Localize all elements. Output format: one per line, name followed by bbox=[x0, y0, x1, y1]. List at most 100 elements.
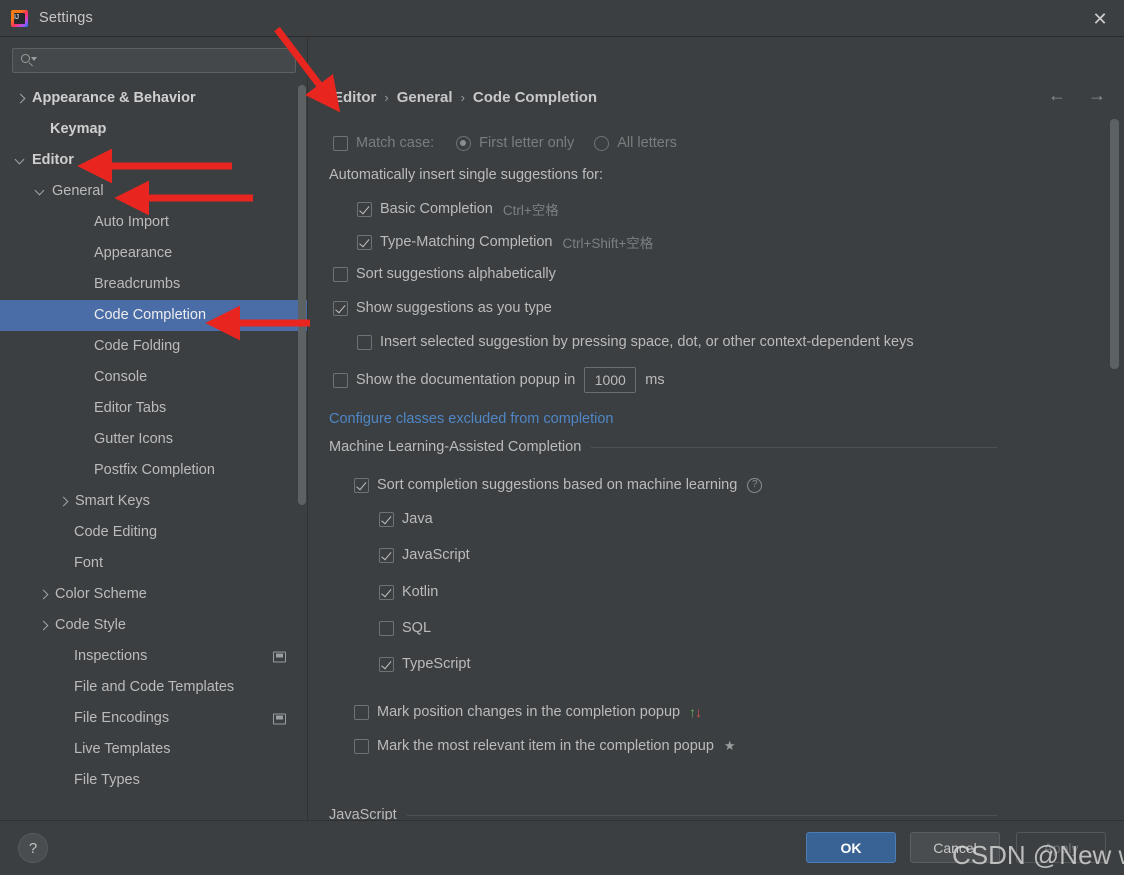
chevron-down-icon[interactable] bbox=[14, 154, 27, 167]
sidebar-item-label: Smart Keys bbox=[75, 493, 150, 510]
sidebar-item-label: Postfix Completion bbox=[94, 462, 215, 479]
type-matching-completion-shortcut: Ctrl+Shift+空格 bbox=[562, 236, 654, 251]
sidebar-item-console[interactable]: Console bbox=[0, 362, 307, 393]
chevron-down-icon[interactable] bbox=[34, 185, 47, 198]
sidebar-item-label: Console bbox=[94, 369, 148, 386]
ml-language-row: Kotlin bbox=[379, 584, 438, 600]
sidebar-item-label: Editor Tabs bbox=[94, 400, 167, 417]
all-letters-label: All letters bbox=[617, 135, 677, 151]
ml-language-checkbox-javascript[interactable] bbox=[379, 547, 394, 563]
sidebar-item-keymap[interactable]: Keymap bbox=[0, 114, 307, 145]
sidebar-item-label: Code Completion bbox=[94, 307, 207, 324]
intellij-idea-logo-icon: IJ bbox=[11, 9, 28, 27]
show-suggestions-as-you-type-checkbox[interactable] bbox=[333, 300, 348, 316]
settings-dialog: IJ Settings ✕ Appearance & Behavior Keyma… bbox=[0, 0, 1124, 875]
first-letter-only-radio[interactable] bbox=[456, 135, 472, 151]
ml-language-checkbox-typescript[interactable] bbox=[379, 656, 394, 672]
sidebar-item-font[interactable]: Font bbox=[0, 548, 307, 579]
sidebar-item-postfix-completion[interactable]: Postfix Completion bbox=[0, 455, 307, 486]
chevron-right-icon[interactable] bbox=[37, 588, 50, 601]
sidebar-item-smart-keys[interactable]: Smart Keys bbox=[0, 486, 307, 517]
sidebar-item-label: Appearance & Behavior bbox=[32, 90, 196, 107]
sort-by-ml-row: Sort completion suggestions based on mac… bbox=[354, 477, 763, 493]
sidebar-item-breadcrumbs[interactable]: Breadcrumbs bbox=[0, 269, 307, 300]
sidebar-item-color-scheme[interactable]: Color Scheme bbox=[0, 579, 307, 610]
documentation-popup-label: Show the documentation popup in bbox=[356, 372, 576, 388]
sidebar-item-editor-tabs[interactable]: Editor Tabs bbox=[0, 393, 307, 424]
ml-language-checkbox-kotlin[interactable] bbox=[379, 584, 394, 600]
settings-tree: Appearance & Behavior Keymap Editor General… bbox=[0, 83, 307, 820]
sidebar-scrollbar-thumb[interactable] bbox=[298, 85, 306, 505]
search-input[interactable] bbox=[36, 53, 295, 68]
title-bar: IJ Settings ✕ bbox=[0, 0, 1124, 37]
type-matching-completion-label: Type-Matching Completion bbox=[380, 234, 553, 250]
insert-selected-suggestion-row: Insert selected suggestion by pressing s… bbox=[357, 334, 914, 350]
documentation-popup-delay-input[interactable] bbox=[584, 367, 637, 393]
close-icon[interactable]: ✕ bbox=[1076, 0, 1124, 37]
ok-button[interactable]: OK bbox=[806, 832, 896, 863]
settings-sidebar: Appearance & Behavior Keymap Editor General… bbox=[0, 37, 308, 820]
chevron-right-icon[interactable] bbox=[14, 92, 27, 105]
forward-arrow-icon[interactable]: → bbox=[1084, 82, 1110, 108]
sidebar-item-label: Gutter Icons bbox=[94, 431, 173, 448]
sidebar-item-editor[interactable]: Editor bbox=[0, 145, 307, 176]
insert-selected-suggestion-checkbox[interactable] bbox=[357, 334, 372, 350]
star-icon: ★ bbox=[723, 738, 736, 753]
javascript-section-title-text: JavaScript bbox=[329, 807, 397, 820]
sidebar-item-code-editing[interactable]: Code Editing bbox=[0, 517, 307, 548]
sidebar-item-auto-import[interactable]: Auto Import bbox=[0, 207, 307, 238]
sidebar-item-file-types[interactable]: File Types bbox=[0, 765, 307, 796]
mark-position-changes-label: Mark position changes in the completion … bbox=[377, 704, 681, 720]
ml-language-checkbox-sql[interactable] bbox=[379, 620, 394, 636]
mark-position-changes-checkbox[interactable] bbox=[354, 704, 369, 720]
breadcrumb-separator-icon: › bbox=[384, 90, 389, 105]
sidebar-item-live-templates[interactable]: Live Templates bbox=[0, 734, 307, 765]
help-icon[interactable]: ? bbox=[747, 477, 763, 493]
breadcrumb-item-general[interactable]: General bbox=[397, 89, 453, 106]
first-letter-only-label: First letter only bbox=[479, 135, 575, 151]
mark-most-relevant-row: Mark the most relevant item in the compl… bbox=[354, 738, 736, 754]
documentation-popup-row: Show the documentation popup in ms bbox=[333, 367, 665, 393]
sidebar-item-inspections[interactable]: Inspections bbox=[0, 641, 307, 672]
dialog-content: Appearance & Behavior Keymap Editor General… bbox=[0, 37, 1124, 820]
sidebar-item-file-and-code-templates[interactable]: File and Code Templates bbox=[0, 672, 307, 703]
sidebar-item-label: Color Scheme bbox=[55, 586, 147, 603]
sidebar-item-code-style[interactable]: Code Style bbox=[0, 610, 307, 641]
ml-language-checkbox-java[interactable] bbox=[379, 511, 394, 527]
match-case-checkbox[interactable] bbox=[333, 135, 348, 151]
chevron-right-icon[interactable] bbox=[57, 495, 70, 508]
sidebar-item-label: Code Style bbox=[55, 617, 126, 634]
search-box[interactable] bbox=[12, 48, 296, 73]
javascript-section-title: JavaScript bbox=[329, 807, 997, 820]
sidebar-item-label: File Encodings bbox=[74, 710, 170, 727]
sidebar-item-code-folding[interactable]: Code Folding bbox=[0, 331, 307, 362]
basic-completion-checkbox[interactable] bbox=[357, 201, 372, 217]
ml-section-title-text: Machine Learning-Assisted Completion bbox=[329, 439, 582, 455]
sort-by-ml-checkbox[interactable] bbox=[354, 477, 369, 493]
window-title: Settings bbox=[39, 10, 93, 26]
help-button[interactable]: ? bbox=[18, 833, 48, 863]
documentation-popup-checkbox[interactable] bbox=[333, 372, 348, 388]
sidebar-item-label: Live Templates bbox=[74, 741, 171, 758]
all-letters-radio[interactable] bbox=[594, 135, 610, 151]
sidebar-item-gutter-icons[interactable]: Gutter Icons bbox=[0, 424, 307, 455]
mark-most-relevant-label: Mark the most relevant item in the compl… bbox=[377, 738, 714, 754]
project-scope-icon bbox=[273, 713, 286, 724]
mark-most-relevant-checkbox[interactable] bbox=[354, 738, 369, 754]
back-arrow-icon[interactable]: ← bbox=[1044, 82, 1070, 108]
type-matching-completion-checkbox[interactable] bbox=[357, 234, 372, 250]
sort-by-ml-label: Sort completion suggestions based on mac… bbox=[377, 477, 738, 493]
sort-alphabetically-checkbox[interactable] bbox=[333, 266, 348, 282]
breadcrumb-item-editor[interactable]: Editor bbox=[333, 89, 376, 106]
configure-excluded-classes-link[interactable]: Configure classes excluded from completi… bbox=[329, 411, 614, 427]
sidebar-item-label: Editor bbox=[32, 152, 74, 169]
search-icon bbox=[20, 53, 37, 69]
sidebar-item-file-encodings[interactable]: File Encodings bbox=[0, 703, 307, 734]
sidebar-item-appearance[interactable]: Appearance bbox=[0, 238, 307, 269]
sidebar-item-label: Breadcrumbs bbox=[94, 276, 181, 293]
sidebar-item-code-completion[interactable]: Code Completion bbox=[0, 300, 307, 331]
sidebar-item-appearance-behavior[interactable]: Appearance & Behavior bbox=[0, 83, 307, 114]
main-scrollbar-thumb[interactable] bbox=[1110, 119, 1119, 369]
sidebar-item-general[interactable]: General bbox=[0, 176, 307, 207]
chevron-right-icon[interactable] bbox=[37, 619, 50, 632]
